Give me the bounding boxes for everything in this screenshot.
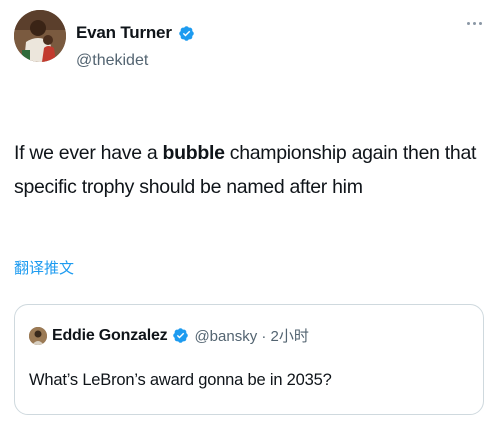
quoted-verified-badge-icon (173, 328, 189, 343)
quoted-author-avatar (29, 326, 47, 345)
author-name-row: Evan Turner (76, 23, 195, 43)
author-display-name[interactable]: Evan Turner (76, 23, 172, 43)
quoted-author-handle-time: @bansky · 2小时 (194, 328, 309, 345)
tweet-text-bold: bubble (162, 142, 225, 164)
translate-tweet-link[interactable]: 翻译推文 (14, 257, 74, 278)
quoted-tweet-text: What’s LeBron’s award gonna be in 2035? (29, 371, 332, 389)
quoted-author-name: Eddie Gonzalez (52, 326, 168, 344)
profile-photo-icon (14, 10, 66, 62)
quoted-profile-photo-icon (29, 326, 47, 345)
verified-badge-icon (178, 25, 194, 41)
quoted-tweet[interactable]: Eddie Gonzalez @bansky · 2小时 What’s LeBr… (14, 304, 484, 415)
quoted-tweet-header: Eddie Gonzalez @bansky · 2小时 (29, 325, 309, 346)
author-avatar[interactable] (14, 10, 66, 62)
more-dot (467, 22, 470, 25)
more-dot (479, 22, 482, 25)
tweet-card: Evan Turner @thekidet If we ever have a … (0, 0, 500, 440)
tweet-text-before: If we ever have a (14, 142, 163, 164)
more-options-icon[interactable] (467, 22, 482, 25)
more-dot (473, 22, 476, 25)
tweet-text: If we ever have a bubble championship ag… (14, 136, 489, 204)
author-handle[interactable]: @thekidet (76, 52, 148, 70)
